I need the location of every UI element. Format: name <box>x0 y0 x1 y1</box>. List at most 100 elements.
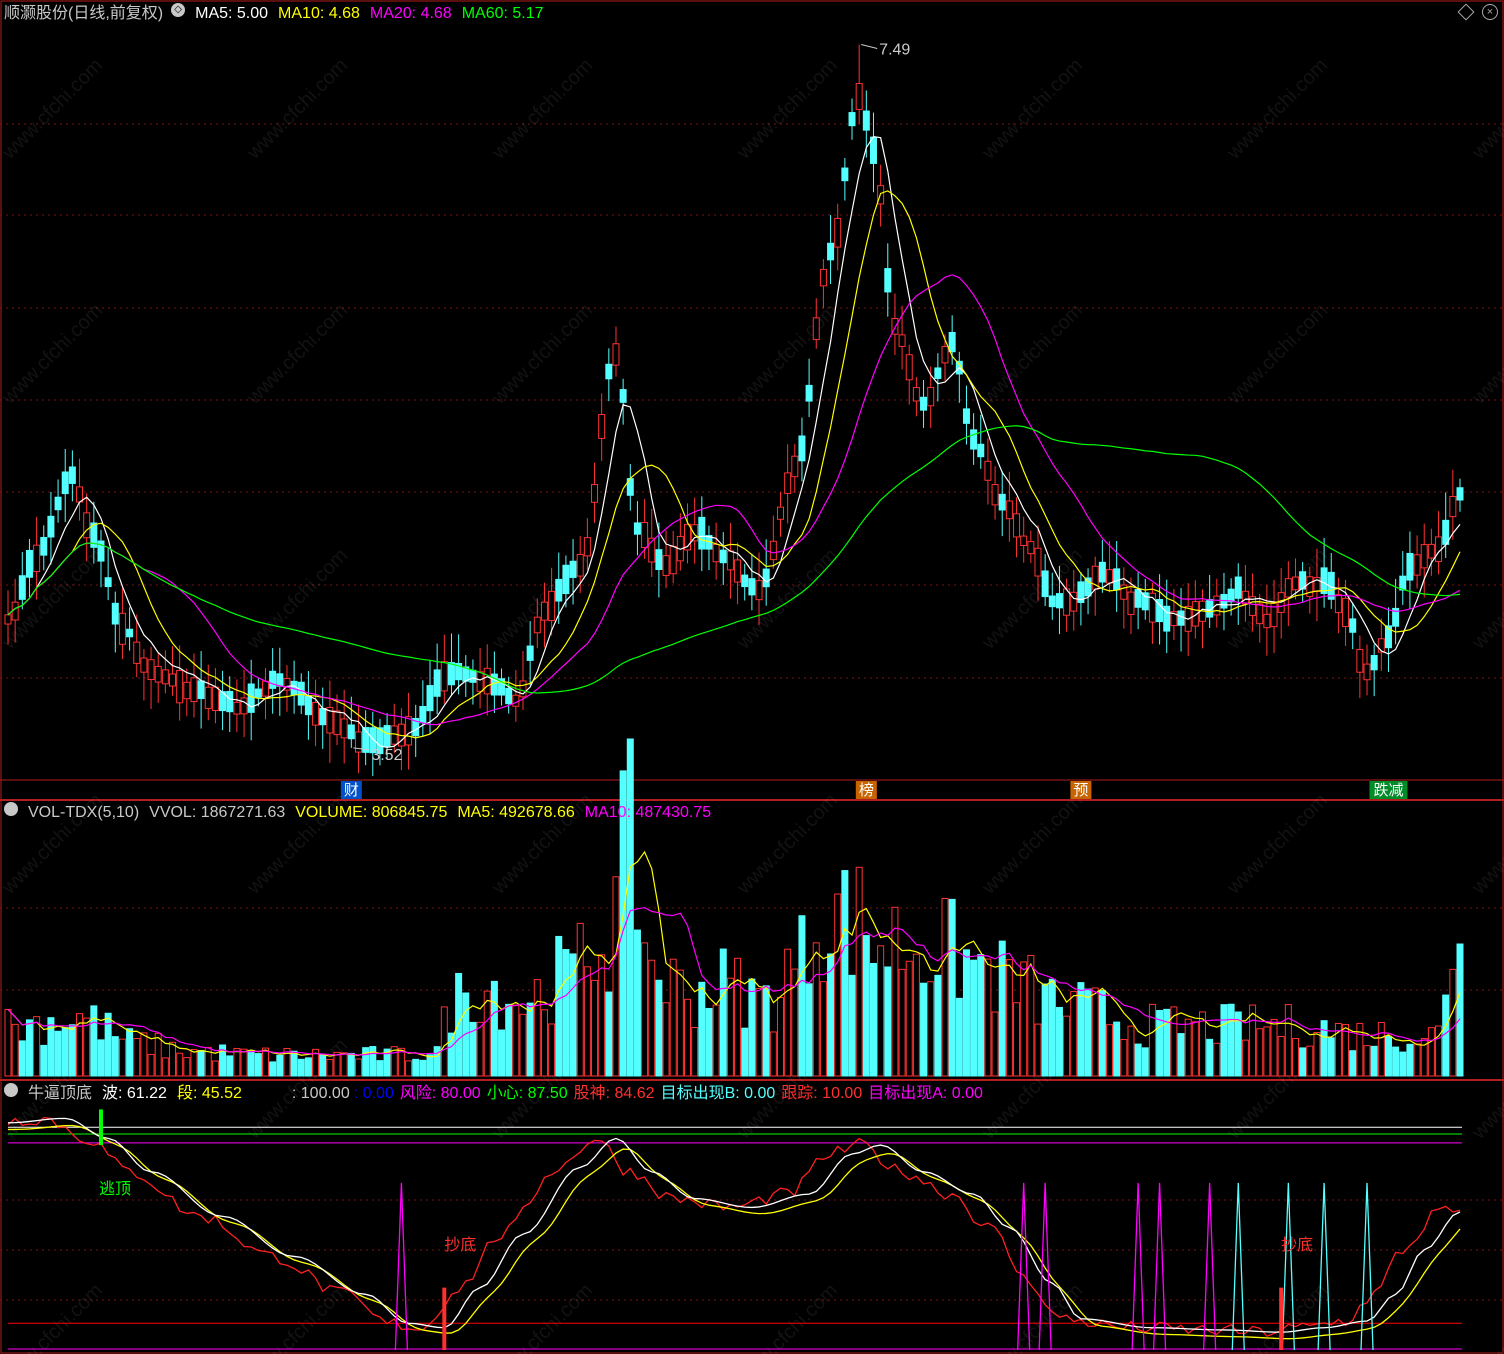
candle-body <box>126 628 134 638</box>
volume-bar <box>869 962 877 1077</box>
candle-body <box>1234 576 1242 599</box>
volume-bar <box>68 1024 76 1077</box>
candle-body <box>941 346 949 364</box>
volume-bar <box>476 1021 484 1077</box>
volume-bar <box>1313 1031 1321 1077</box>
volume-bar <box>555 935 563 1077</box>
volume-bar <box>1284 1004 1292 1077</box>
candle-body <box>984 460 992 481</box>
vol-name[interactable]: VOL-TDX(5,10) <box>28 802 139 824</box>
volume-bar <box>569 953 577 1077</box>
volume-bar <box>877 945 885 1077</box>
ma5-line <box>7 136 1461 748</box>
volume-bar <box>126 1028 134 1077</box>
bottom-buy-bar-1 <box>442 1287 447 1350</box>
volume-bar <box>540 1009 548 1077</box>
candle-body <box>855 83 863 110</box>
candle-body <box>862 110 870 131</box>
candle-body <box>633 522 641 535</box>
candle-body <box>505 687 513 705</box>
candle-body <box>176 669 184 704</box>
volume-bar <box>1277 1035 1285 1077</box>
candle-body <box>1449 496 1457 518</box>
volume-bar <box>962 949 970 1077</box>
volume-bar <box>1299 1047 1307 1077</box>
volume-bar <box>161 1057 169 1077</box>
candle-body <box>869 136 877 164</box>
candle-body <box>698 516 706 550</box>
volume-bar <box>912 953 920 1077</box>
candle-body <box>1356 648 1364 673</box>
volume-bar <box>1113 1021 1121 1077</box>
volume-bar <box>977 954 985 1077</box>
volume-bar <box>948 898 956 1077</box>
candle-body <box>147 659 155 680</box>
watermark-text-5-1: www.cfchi.com <box>242 1279 352 1354</box>
candle-body <box>383 725 391 747</box>
volume-bar <box>1120 1039 1128 1077</box>
volume-bar <box>1413 1043 1421 1077</box>
watermark-text-0-0: www.cfchi.com <box>0 54 107 164</box>
close-circle-icon[interactable]: × <box>1482 4 1498 20</box>
volume-bar <box>11 1023 19 1077</box>
watermark-text-2-1: www.cfchi.com <box>242 544 352 654</box>
volume-bar <box>490 980 498 1077</box>
volume-bar <box>1027 954 1035 1077</box>
volume-bar <box>684 998 692 1077</box>
indicator-name[interactable]: 牛逼顶底 <box>28 1083 92 1105</box>
volume-bar <box>784 948 792 1077</box>
volume-bar <box>176 1052 184 1077</box>
outer-border <box>0 0 1504 1354</box>
candle-body <box>934 367 942 379</box>
volume-bar <box>583 966 591 1077</box>
candle-body <box>1363 663 1371 681</box>
candle-body <box>304 695 312 716</box>
candle-body <box>1406 552 1414 581</box>
volume-bar <box>1370 1045 1378 1077</box>
volume-bar <box>197 1050 205 1077</box>
candle-body <box>555 578 563 602</box>
watermark-text-0-3: www.cfchi.com <box>732 54 842 164</box>
candle-body <box>183 681 191 700</box>
volume-bar <box>1005 959 1013 1077</box>
candle-body <box>962 408 970 424</box>
candle-body <box>204 686 212 709</box>
stock-title[interactable]: 顺灏股份(日线,前复权) <box>4 3 163 25</box>
volume-bar <box>1034 1023 1042 1077</box>
stock-chart-window: www.cfchi.com www.cfchi.com www.cfchi.com w… <box>0 0 1504 1354</box>
volume-bar <box>576 922 584 1077</box>
volume-bar <box>591 979 599 1077</box>
chart-canvas[interactable]: www.cfchi.com www.cfchi.com www.cfchi.com w… <box>0 0 1504 1354</box>
volume-bar <box>755 987 763 1077</box>
candle-body <box>1027 541 1035 555</box>
volume-bar <box>734 957 742 1077</box>
volume-bar <box>598 954 606 1077</box>
candle-body <box>312 702 320 726</box>
vol-ma5-label: MA5: 492678.66 <box>457 804 575 821</box>
watermark-text-5-5: www.cfchi.com <box>1222 1279 1332 1354</box>
volume-bar <box>1148 1003 1156 1077</box>
candle-body <box>68 466 76 484</box>
candle-body <box>1284 578 1292 598</box>
volume-bar <box>4 1008 12 1077</box>
volume-bar <box>1384 1035 1392 1077</box>
candle-body <box>347 724 355 740</box>
indicator-settings-icon[interactable] <box>4 1083 18 1097</box>
candle-body <box>1420 544 1428 569</box>
volume-bar <box>741 1027 749 1077</box>
volume-label: VOLUME: 806845.75 <box>295 804 448 821</box>
candle-body <box>948 331 956 353</box>
volume-bar <box>1063 1015 1071 1077</box>
volume-settings-icon[interactable] <box>4 802 18 816</box>
volume-bar <box>712 1004 720 1077</box>
candle-body <box>1127 591 1135 615</box>
volume-bar <box>61 1027 69 1077</box>
settings-circle-icon[interactable]: ◇ <box>171 3 186 17</box>
candle-body <box>805 384 813 402</box>
chart-frame <box>0 0 1504 1354</box>
candle-body <box>254 688 262 698</box>
ma5-label: MA5: 5.00 <box>195 5 269 22</box>
escape-top-bar <box>98 1109 103 1146</box>
volume-bar <box>1227 1003 1235 1077</box>
watermark-text-3-3: www.cfchi.com <box>732 789 842 899</box>
